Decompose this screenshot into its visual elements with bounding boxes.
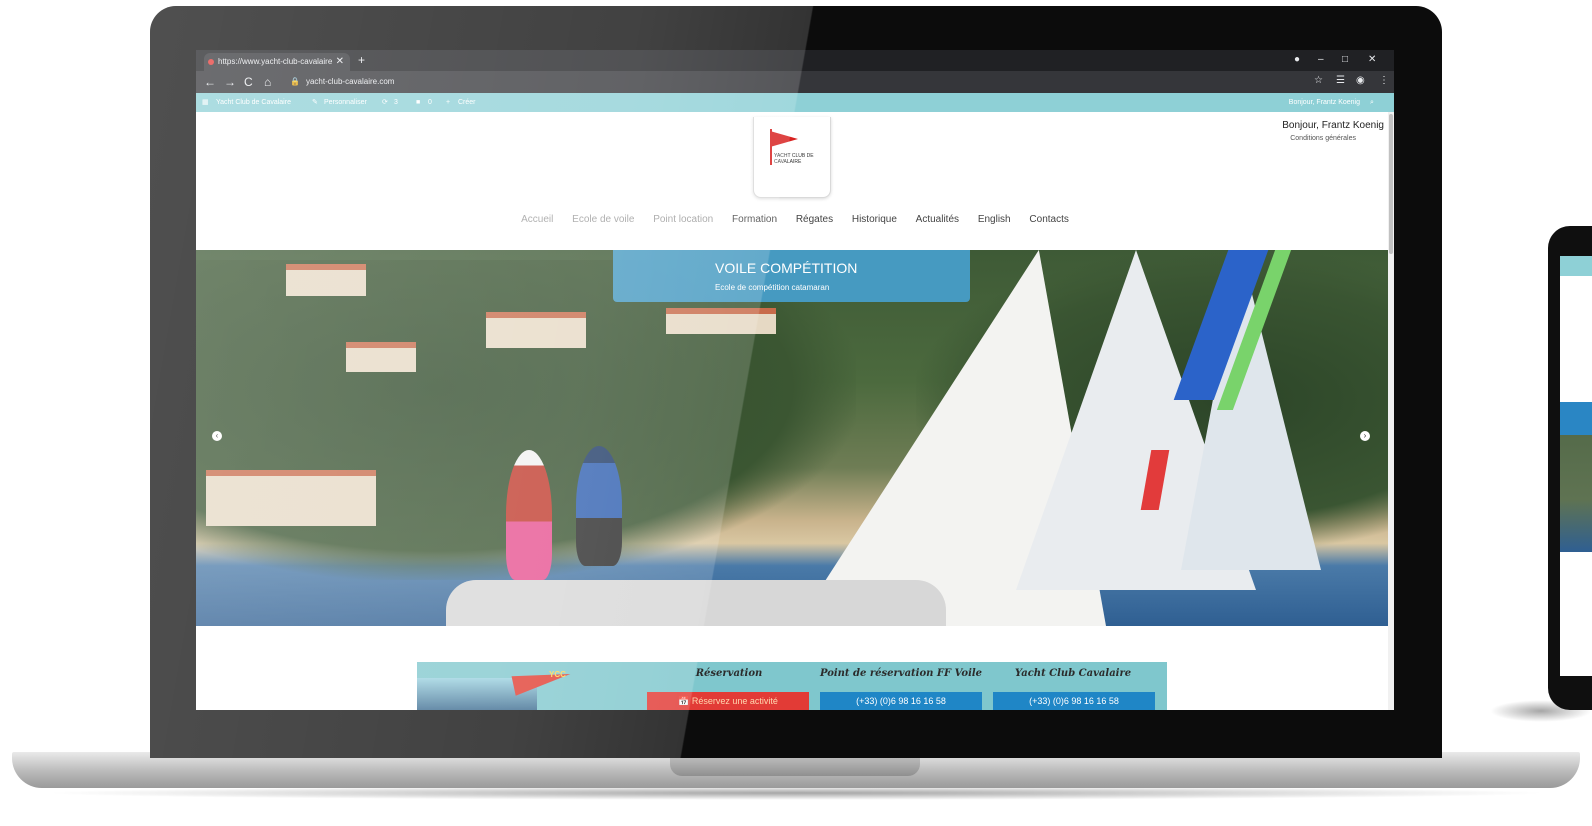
- back-icon[interactable]: ←: [204, 74, 216, 90]
- admin-updates-count[interactable]: 3: [394, 93, 398, 112]
- minimize-icon[interactable]: –: [1318, 54, 1324, 65]
- menu-item-point-location[interactable]: Point location: [653, 214, 713, 225]
- reload-icon[interactable]: C: [244, 74, 253, 90]
- bookmark-star-icon[interactable]: ☆: [1314, 75, 1323, 86]
- scrollbar-thumb[interactable]: [1389, 114, 1393, 254]
- user-greeting: Bonjour, Frantz Koenig: [1282, 120, 1384, 131]
- lock-icon: 🔒: [290, 77, 300, 86]
- hero-house: [206, 470, 376, 526]
- close-tab-icon[interactable]: ✕: [336, 53, 344, 71]
- logo-text: YACHT CLUB DE CAVALAIRE: [774, 153, 814, 165]
- browser-tab[interactable]: https://www.yacht-club-cavalaire ✕: [204, 53, 350, 71]
- site-header: YACHT CLUB DE CAVALAIRE Bonjour, Frantz …: [196, 112, 1394, 250]
- admin-customize[interactable]: Personnaliser: [324, 93, 367, 112]
- reservation-title: Réservation: [695, 668, 763, 679]
- menu-item-accueil[interactable]: Accueil: [521, 214, 553, 225]
- address-bar: ← → C ⌂ 🔒 yacht-club-cavalaire.com ☆ ☰ ◉ …: [196, 71, 1394, 93]
- club-title: Yacht Club Cavalaire: [1014, 668, 1132, 679]
- browser-window: https://www.yacht-club-cavalaire ✕ + ● –…: [196, 50, 1394, 710]
- site-icon[interactable]: ▦: [202, 93, 209, 112]
- forward-icon[interactable]: →: [224, 74, 236, 90]
- home-icon[interactable]: ⌂: [264, 74, 271, 90]
- comments-icon[interactable]: ■: [416, 93, 420, 112]
- customize-icon[interactable]: ✎: [312, 93, 318, 112]
- hero-subtitle: Ecole de compétition catamaran: [715, 283, 830, 292]
- ffvoile-title: Point de réservation FF Voile: [819, 668, 983, 679]
- hero-boat-hull: [446, 580, 946, 626]
- account-icon[interactable]: ◉: [1356, 75, 1365, 86]
- url-field[interactable]: 🔒 yacht-club-cavalaire.com: [290, 75, 1270, 89]
- menu-item-historique[interactable]: Historique: [852, 214, 897, 225]
- laptop-shadow: [40, 786, 1552, 800]
- search-icon[interactable]: ⌕: [1370, 93, 1374, 112]
- menu-item-formation[interactable]: Formation: [732, 214, 777, 225]
- phone-mockup: [1548, 226, 1592, 710]
- conditions-link[interactable]: Conditions générales: [1290, 135, 1356, 142]
- hero-sailor: [506, 450, 552, 580]
- phone-admin-bar: [1560, 256, 1592, 276]
- maximize-icon[interactable]: □: [1342, 54, 1348, 65]
- site-logo[interactable]: YACHT CLUB DE CAVALAIRE: [753, 117, 831, 198]
- wp-admin-bar: ▦ Yacht Club de Cavalaire ✎ Personnalise…: [196, 93, 1394, 112]
- hero-house: [346, 342, 416, 372]
- plus-icon[interactable]: +: [446, 93, 450, 112]
- reserve-button-label: Réservez une activité: [691, 696, 778, 706]
- hero-sailor: [576, 446, 622, 566]
- hero-slider: VOILE COMPÉTITION Ecole de compétition c…: [196, 250, 1388, 626]
- main-menu: Accueil Ecole de voile Point location Fo…: [196, 214, 1394, 225]
- admin-new[interactable]: Créer: [458, 93, 476, 112]
- reserve-button[interactable]: 📅 Réservez une activité: [647, 692, 809, 710]
- admin-site-name[interactable]: Yacht Club de Cavalaire: [216, 93, 291, 112]
- extension-icon[interactable]: ☰: [1336, 75, 1345, 86]
- strip-logo-text: YCC: [549, 670, 566, 679]
- updates-icon[interactable]: ⟳: [382, 93, 388, 112]
- favicon-icon: [208, 59, 214, 65]
- menu-item-actualites[interactable]: Actualités: [916, 214, 959, 225]
- page-scrollbar[interactable]: [1388, 112, 1394, 710]
- browser-menu-icon[interactable]: ⋮: [1379, 75, 1389, 86]
- slider-prev-icon[interactable]: ‹: [212, 431, 222, 441]
- tab-bar: https://www.yacht-club-cavalaire ✕ + ● –…: [196, 50, 1394, 71]
- logo-flag-icon: [770, 131, 798, 147]
- menu-item-regates[interactable]: Régates: [796, 214, 833, 225]
- admin-comments-count[interactable]: 0: [428, 93, 432, 112]
- new-tab-button[interactable]: +: [358, 52, 365, 68]
- admin-greeting[interactable]: Bonjour, Frantz Koenig: [1289, 93, 1360, 112]
- ffvoile-phone-button[interactable]: (+33) (0)6 98 16 16 58: [820, 692, 982, 710]
- club-phone-button[interactable]: (+33) (0)6 98 16 16 58: [993, 692, 1155, 710]
- profile-icon[interactable]: ●: [1294, 54, 1300, 65]
- slider-next-icon[interactable]: ›: [1360, 431, 1370, 441]
- hero-caption: VOILE COMPÉTITION Ecole de compétition c…: [613, 250, 970, 302]
- phone-hero: [1560, 402, 1592, 552]
- hero-house: [286, 264, 366, 296]
- menu-item-contacts[interactable]: Contacts: [1029, 214, 1068, 225]
- hero-sail: [1181, 250, 1321, 570]
- strip-flag-icon: [511, 664, 573, 696]
- hero-title: VOILE COMPÉTITION: [715, 260, 858, 276]
- menu-item-english[interactable]: English: [978, 214, 1011, 225]
- menu-item-ecole-de-voile[interactable]: Ecole de voile: [572, 214, 634, 225]
- hero-house: [486, 312, 586, 348]
- hero-house: [666, 308, 776, 334]
- contact-strip: YCC Réservation Point de réservation FF …: [417, 662, 1167, 710]
- tab-title: https://www.yacht-club-cavalaire: [218, 57, 333, 66]
- phone-screen: [1560, 256, 1592, 676]
- url-text: yacht-club-cavalaire.com: [305, 77, 395, 86]
- close-window-icon[interactable]: ✕: [1368, 54, 1376, 65]
